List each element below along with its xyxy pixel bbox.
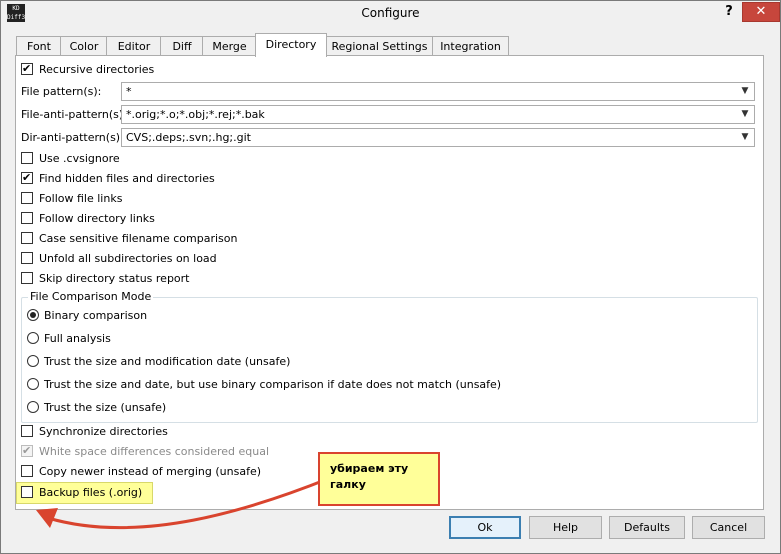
- tab-color[interactable]: Color: [60, 36, 108, 56]
- trust-size-label: Trust the size (unsafe): [44, 401, 167, 414]
- tab-diff[interactable]: Diff: [160, 36, 204, 56]
- trust-size-date-binary-radio[interactable]: [27, 378, 39, 390]
- tab-merge[interactable]: Merge: [202, 36, 257, 56]
- copy-newer-label: Copy newer instead of merging (unsafe): [39, 465, 262, 478]
- find-hidden-files-label: Find hidden files and directories: [39, 172, 215, 185]
- file-anti-pattern-combo[interactable]: *.orig;*.o;*.obj;*.rej;*.bak ▼: [121, 105, 755, 124]
- full-analysis-radio[interactable]: [27, 332, 39, 344]
- ok-button[interactable]: Ok: [449, 516, 521, 539]
- skip-status-report-checkbox[interactable]: [21, 272, 33, 284]
- help-button[interactable]: Help: [529, 516, 602, 539]
- follow-file-links-label: Follow file links: [39, 192, 123, 205]
- tab-font[interactable]: Font: [16, 36, 62, 56]
- follow-file-links-checkbox[interactable]: [21, 192, 33, 204]
- chevron-down-icon[interactable]: ▼: [738, 106, 752, 123]
- tab-editor[interactable]: Editor: [106, 36, 162, 56]
- find-hidden-files-checkbox[interactable]: [21, 170, 33, 186]
- close-icon[interactable]: ✕: [742, 2, 780, 22]
- file-pattern-combo[interactable]: * ▼: [121, 82, 755, 101]
- file-comparison-mode-title: File Comparison Mode: [28, 290, 154, 303]
- skip-status-report-label: Skip directory status report: [39, 272, 190, 285]
- backup-files-label: Backup files (.orig): [39, 486, 143, 499]
- help-icon[interactable]: ?: [718, 2, 740, 22]
- binary-comparison-radio[interactable]: [27, 309, 39, 321]
- binary-comparison-label: Binary comparison: [44, 309, 148, 322]
- trust-size-date-radio[interactable]: [27, 355, 39, 367]
- use-cvsignore-label: Use .cvsignore: [39, 152, 120, 165]
- chevron-down-icon[interactable]: ▼: [738, 129, 752, 146]
- file-anti-pattern-label: File-anti-pattern(s):: [21, 108, 127, 121]
- dir-anti-pattern-value: CVS;.deps;.svn;.hg;.git: [126, 131, 251, 144]
- backup-files-checkbox[interactable]: [21, 486, 33, 498]
- whitespace-equal-label: White space differences considered equal: [39, 445, 270, 458]
- trust-size-date-label: Trust the size and modification date (un…: [44, 355, 291, 368]
- trust-size-radio[interactable]: [27, 401, 39, 413]
- tab-directory[interactable]: Directory: [255, 33, 327, 57]
- chevron-down-icon[interactable]: ▼: [738, 83, 752, 100]
- annotation-callout: убираем эту галку: [318, 452, 440, 506]
- full-analysis-label: Full analysis: [44, 332, 111, 345]
- file-anti-pattern-value: *.orig;*.o;*.obj;*.rej;*.bak: [126, 108, 265, 121]
- tab-integration[interactable]: Integration: [432, 36, 509, 56]
- dir-anti-pattern-combo[interactable]: CVS;.deps;.svn;.hg;.git ▼: [121, 128, 755, 147]
- window-title: Configure: [361, 6, 420, 20]
- cancel-button[interactable]: Cancel: [692, 516, 765, 539]
- case-sensitive-label: Case sensitive filename comparison: [39, 232, 238, 245]
- recursive-directories-checkbox[interactable]: [21, 61, 33, 77]
- file-pattern-value: *: [126, 85, 132, 98]
- title-bar[interactable]: KD Diff3 Configure ? ✕: [1, 1, 780, 27]
- whitespace-equal-checkbox: [21, 443, 33, 459]
- synchronize-directories-label: Synchronize directories: [39, 425, 168, 438]
- case-sensitive-checkbox[interactable]: [21, 232, 33, 244]
- unfold-subdirectories-checkbox[interactable]: [21, 252, 33, 264]
- follow-directory-links-checkbox[interactable]: [21, 212, 33, 224]
- synchronize-directories-checkbox[interactable]: [21, 425, 33, 437]
- file-pattern-label: File pattern(s):: [21, 85, 102, 98]
- trust-size-date-binary-label: Trust the size and date, but use binary …: [44, 378, 502, 391]
- follow-directory-links-label: Follow directory links: [39, 212, 155, 225]
- unfold-subdirectories-label: Unfold all subdirectories on load: [39, 252, 217, 265]
- use-cvsignore-checkbox[interactable]: [21, 152, 33, 164]
- dir-anti-pattern-label: Dir-anti-pattern(s):: [21, 131, 124, 144]
- defaults-button[interactable]: Defaults: [609, 516, 685, 539]
- copy-newer-checkbox[interactable]: [21, 465, 33, 477]
- tab-regional-settings[interactable]: Regional Settings: [325, 36, 434, 56]
- recursive-directories-label: Recursive directories: [39, 63, 155, 76]
